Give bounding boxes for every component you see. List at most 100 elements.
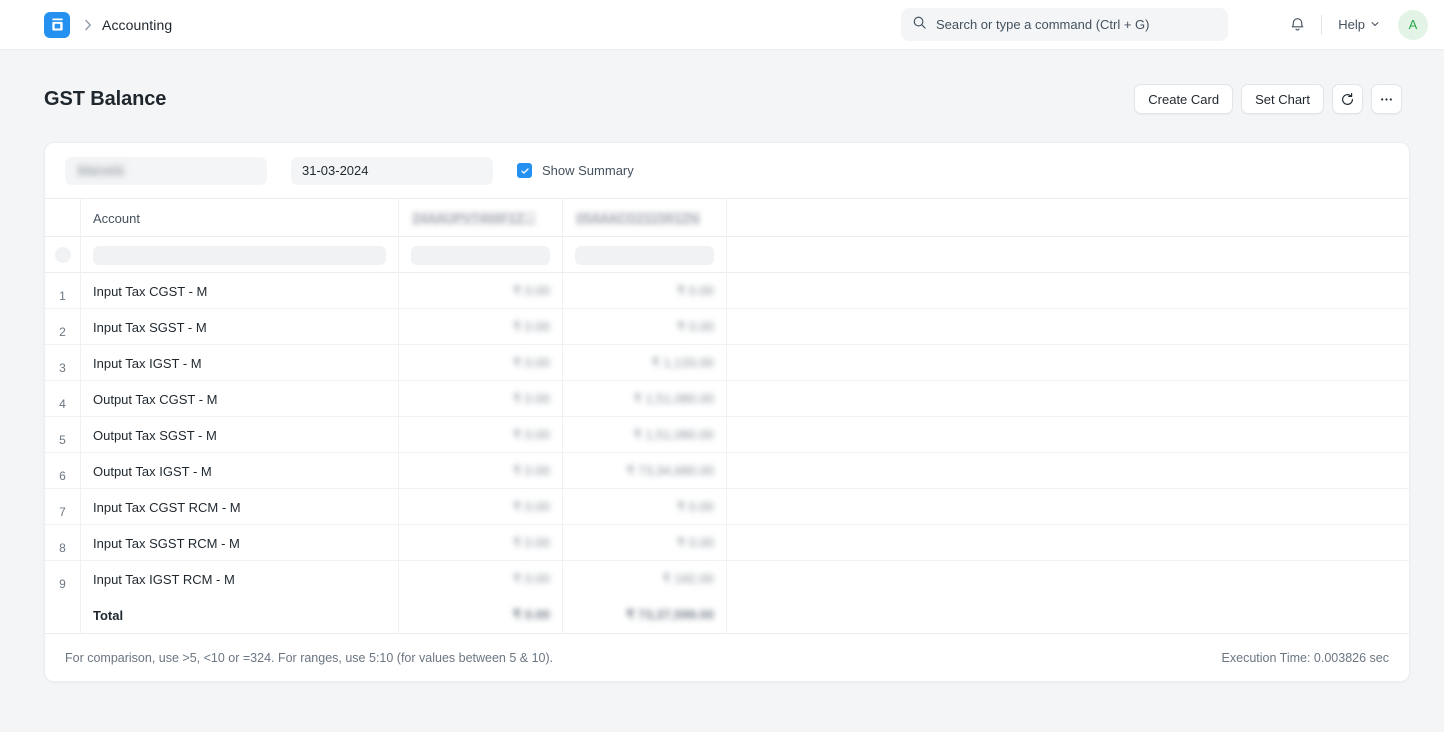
column-header-gstin-2[interactable]: 05AAACG2115R1ZN [563, 199, 727, 237]
cell-gstin-1[interactable]: ₹ 0.00 [399, 489, 563, 525]
cell-gstin-1[interactable]: ₹ 0.00 [399, 273, 563, 309]
report-card: Marvels 31-03-2024 Show Summary Account … [44, 142, 1410, 682]
amount-value: ₹ 0.00 [676, 535, 714, 550]
column-header-account[interactable]: Account [81, 199, 399, 237]
filter-gstin-2-input[interactable] [563, 237, 727, 273]
row-index: 2 [45, 309, 81, 345]
amount-value: ₹ 0.00 [676, 499, 714, 514]
row-spacer [727, 273, 1409, 308]
amount-value: ₹ 0.00 [512, 427, 550, 442]
search-input[interactable] [936, 17, 1217, 32]
cell-gstin-2[interactable]: ₹ 73,37,599.00 [563, 597, 727, 633]
row-index: 7 [45, 489, 81, 525]
refresh-icon[interactable] [1332, 84, 1363, 114]
cell-gstin-1[interactable]: ₹ 0.00 [399, 309, 563, 345]
breadcrumb-separator-icon [84, 19, 92, 31]
date-filter-input[interactable]: 31-03-2024 [291, 156, 493, 185]
cell-gstin-2[interactable]: ₹ 1,51,080.00 [563, 381, 727, 417]
cell-gstin-1[interactable]: ₹ 0.00 [399, 525, 563, 561]
table-row[interactable]: 5 Output Tax SGST - M ₹ 0.00 ₹ 1,51,080.00 [45, 417, 1409, 453]
table-row[interactable]: 8 Input Tax SGST RCM - M ₹ 0.00 ₹ 0.00 [45, 525, 1409, 561]
cell-account[interactable]: Input Tax CGST RCM - M [81, 489, 399, 525]
cell-account[interactable]: Output Tax IGST - M [81, 453, 399, 489]
cell-account[interactable]: Total [81, 597, 399, 633]
table-row[interactable]: 6 Output Tax IGST - M ₹ 0.00 ₹ 73,34,680.00 [45, 453, 1409, 489]
table-row[interactable]: 7 Input Tax CGST RCM - M ₹ 0.00 ₹ 0.00 [45, 489, 1409, 525]
navbar-right-group: Help A [1281, 9, 1428, 41]
cell-gstin-1[interactable]: ₹ 0.00 [399, 345, 563, 381]
cell-gstin-2[interactable]: ₹ 0.00 [563, 489, 727, 525]
row-index [45, 597, 81, 633]
table-total-row[interactable]: Total ₹ 0.00 ₹ 73,37,599.00 [45, 597, 1409, 633]
cell-gstin-1[interactable]: ₹ 0.00 [399, 417, 563, 453]
cell-gstin-1[interactable]: ₹ 0.00 [399, 453, 563, 489]
filter-account-input[interactable] [81, 237, 399, 273]
cell-gstin-2[interactable]: ₹ 0.00 [563, 525, 727, 561]
column-header-gstin-1-label: 24AAUPV7468F1Z... [411, 210, 537, 226]
help-menu-button[interactable]: Help [1330, 12, 1388, 37]
cell-gstin-2[interactable]: ₹ 1,133.00 [563, 345, 727, 381]
show-summary-label: Show Summary [542, 163, 634, 178]
row-spacer [727, 345, 1409, 380]
bell-icon[interactable] [1281, 9, 1313, 41]
chevron-down-icon [1370, 17, 1380, 32]
cell-gstin-2[interactable]: ₹ 0.00 [563, 273, 727, 309]
row-index: 3 [45, 345, 81, 381]
company-filter-input[interactable]: Marvels [65, 156, 267, 185]
set-chart-button[interactable]: Set Chart [1241, 84, 1324, 114]
ellipsis-icon[interactable] [1371, 84, 1402, 114]
navbar-divider [1321, 14, 1323, 35]
row-spacer [727, 417, 1409, 452]
check-icon [517, 163, 532, 178]
global-search[interactable] [901, 8, 1228, 41]
cell-account[interactable]: Input Tax SGST RCM - M [81, 525, 399, 561]
filter-index-cell [45, 237, 81, 273]
cell-gstin-1[interactable]: ₹ 0.00 [399, 381, 563, 417]
amount-value: ₹ 0.00 [512, 535, 550, 550]
row-spacer [727, 561, 1409, 597]
amount-value: ₹ 0.00 [512, 283, 550, 298]
cell-gstin-1[interactable]: ₹ 0.00 [399, 597, 563, 633]
show-summary-checkbox[interactable]: Show Summary [517, 163, 634, 178]
cell-account[interactable]: Output Tax SGST - M [81, 417, 399, 453]
create-card-button[interactable]: Create Card [1134, 84, 1234, 114]
row-index: 6 [45, 453, 81, 489]
row-index: 9 [45, 561, 81, 597]
column-header-spacer [727, 199, 1409, 236]
table-row-filters [45, 237, 1409, 273]
row-index: 8 [45, 525, 81, 561]
company-filter-value: Marvels [76, 163, 126, 178]
column-header-gstin-1[interactable]: 24AAUPV7468F1Z... [399, 199, 563, 237]
table-row[interactable]: 2 Input Tax SGST - M ₹ 0.00 ₹ 0.00 [45, 309, 1409, 345]
amount-value: ₹ 0.00 [512, 571, 550, 586]
table-row[interactable]: 9 Input Tax IGST RCM - M ₹ 0.00 ₹ 192.00 [45, 561, 1409, 597]
table-row[interactable]: 1 Input Tax CGST - M ₹ 0.00 ₹ 0.00 [45, 273, 1409, 309]
table-row[interactable]: 4 Output Tax CGST - M ₹ 0.00 ₹ 1,51,080.00 [45, 381, 1409, 417]
cell-gstin-2[interactable]: ₹ 192.00 [563, 561, 727, 597]
cell-account[interactable]: Input Tax SGST - M [81, 309, 399, 345]
filter-gstin-1-input[interactable] [399, 237, 563, 273]
cell-gstin-2[interactable]: ₹ 73,34,680.00 [563, 453, 727, 489]
breadcrumb-accounting[interactable]: Accounting [102, 17, 172, 33]
cell-gstin-1[interactable]: ₹ 0.00 [399, 561, 563, 597]
cell-gstin-2[interactable]: ₹ 1,51,080.00 [563, 417, 727, 453]
search-icon [912, 15, 927, 35]
page-title: GST Balance [44, 87, 167, 110]
cell-account[interactable]: Output Tax CGST - M [81, 381, 399, 417]
row-spacer [727, 489, 1409, 524]
avatar[interactable]: A [1398, 9, 1428, 40]
page-actions: Create Card Set Chart [1134, 84, 1402, 114]
amount-value: ₹ 0.00 [676, 283, 714, 298]
cell-account[interactable]: Input Tax IGST RCM - M [81, 561, 399, 597]
amount-value: ₹ 1,51,080.00 [633, 427, 714, 442]
cell-gstin-2[interactable]: ₹ 0.00 [563, 309, 727, 345]
amount-value: ₹ 0.00 [512, 355, 550, 370]
cell-account[interactable]: Input Tax CGST - M [81, 273, 399, 309]
table-row[interactable]: 3 Input Tax IGST - M ₹ 0.00 ₹ 1,133.00 [45, 345, 1409, 381]
cell-account[interactable]: Input Tax IGST - M [81, 345, 399, 381]
row-index: 1 [45, 273, 81, 309]
erpnext-logo-icon[interactable] [44, 11, 70, 38]
execution-time: Execution Time: 0.003826 sec [1221, 650, 1389, 665]
column-header-index[interactable] [45, 199, 81, 237]
table-body: 1 Input Tax CGST - M ₹ 0.00 ₹ 0.00 2 Input Ta… [45, 273, 1409, 597]
